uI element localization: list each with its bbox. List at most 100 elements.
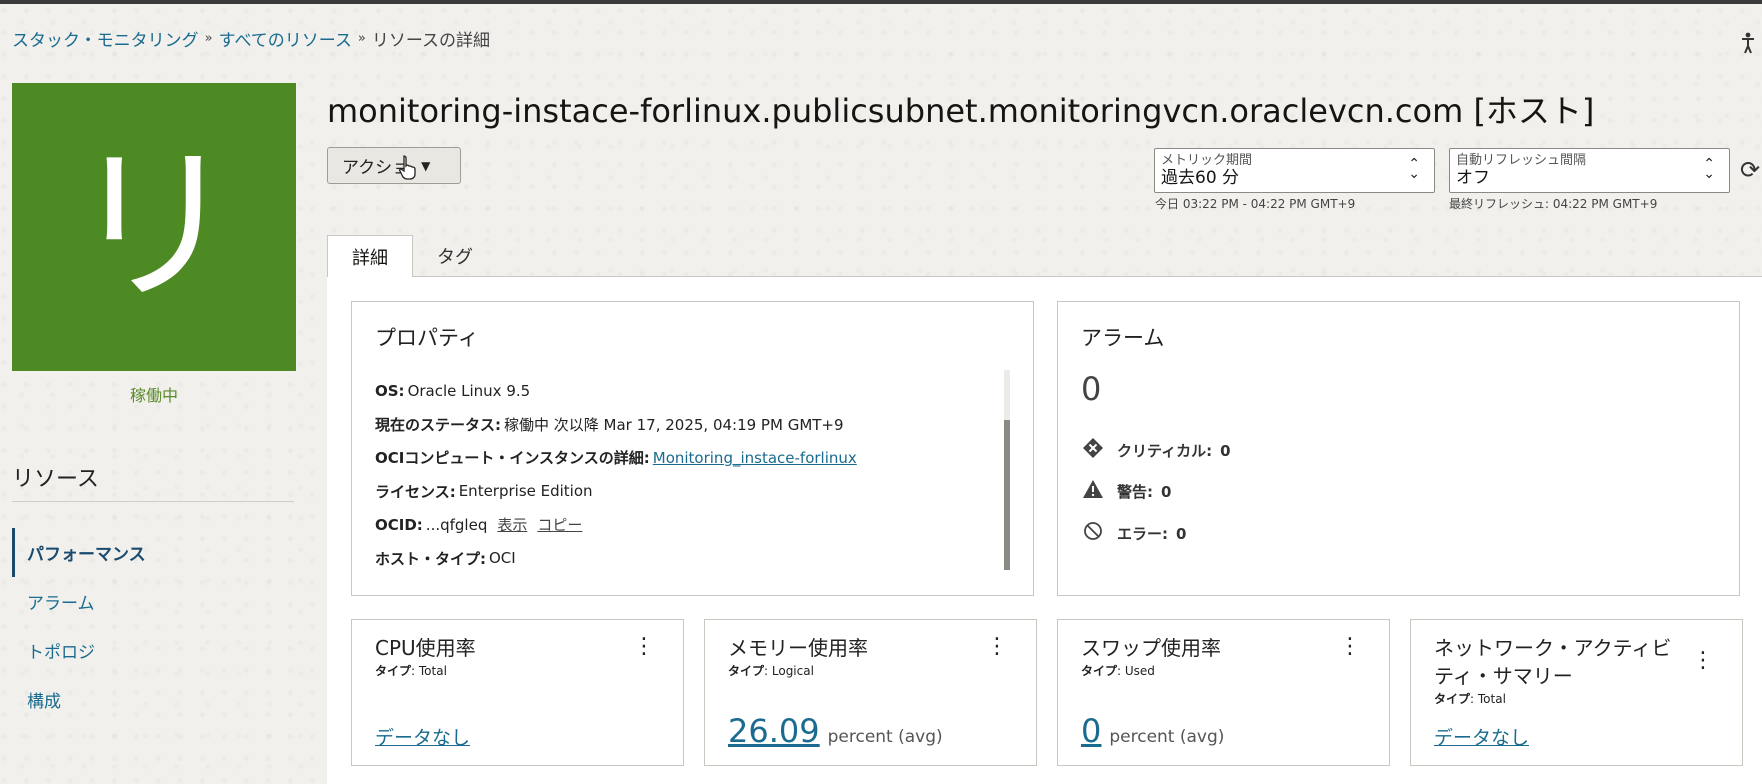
alarms-title: アラーム	[1081, 326, 1165, 350]
metric-type-value: : Total	[1470, 692, 1506, 706]
metric-title: メモリー使用率	[728, 636, 868, 660]
chevron-updown-icon: ⌃ ⌄	[1408, 156, 1420, 182]
accessibility-icon[interactable]	[1740, 32, 1756, 59]
metric-type-value: : Used	[1117, 664, 1155, 678]
error-circle-icon	[1081, 521, 1105, 546]
property-license: ライセンス: Enterprise Edition	[375, 475, 857, 509]
kebab-menu-icon[interactable]: ⋮	[986, 634, 1008, 659]
tab-details[interactable]: 詳細	[327, 235, 413, 277]
alarm-error-row: エラー: 0	[1081, 521, 1186, 546]
metric-title: CPU使用率	[375, 636, 476, 660]
kebab-menu-icon[interactable]: ⋮	[1339, 634, 1361, 659]
ocid-copy-link[interactable]: コピー	[537, 514, 582, 535]
properties-title: プロパティ	[375, 326, 479, 350]
alarm-warning-row: 警告: 0	[1081, 479, 1171, 504]
critical-count: 0	[1220, 441, 1231, 460]
breadcrumb-all-resources[interactable]: すべてのリソース	[219, 26, 352, 51]
oci-instance-link[interactable]: Monitoring_instace-forlinux	[653, 449, 857, 467]
metric-type-key: タイプ	[1434, 692, 1471, 706]
metric-value-row: 26.09 percent (avg)	[728, 712, 943, 750]
property-value: 稼働中 次以降 Mar 17, 2025, 04:19 PM GMT+9	[504, 415, 844, 434]
metric-type: タイプ: Used	[1081, 662, 1155, 679]
metric-no-data-link[interactable]: データなし	[375, 723, 470, 750]
property-value: ...qfgleq	[425, 515, 488, 534]
alarm-critical-row: クリティカル: 0	[1081, 437, 1231, 464]
properties-scrollbar-thumb[interactable]	[1004, 420, 1010, 570]
property-key: 現在のステータス:	[375, 415, 501, 434]
property-key: OCID:	[375, 515, 423, 534]
error-count: 0	[1176, 524, 1187, 543]
critical-diamond-icon	[1081, 437, 1105, 464]
metric-period-select[interactable]: メトリック期間 過去60 分 ⌃ ⌄	[1154, 148, 1435, 193]
metric-type-value: : Logical	[764, 664, 814, 678]
metric-period-hint: 今日 03:22 PM - 04:22 PM GMT+9	[1155, 197, 1356, 211]
property-value: OCI	[489, 549, 516, 568]
metric-no-data-link[interactable]: データなし	[1434, 723, 1529, 750]
sidebar-item-topology[interactable]: トポロジ	[12, 626, 294, 675]
property-host-type: ホスト・タイプ: OCI	[375, 542, 857, 576]
refresh-icon[interactable]: ⟳	[1740, 156, 1760, 184]
metric-type-key: タイプ	[1081, 664, 1118, 678]
tab-bar: 詳細 タグ	[327, 235, 497, 277]
network-activity-card: ネットワーク・アクティビティ・サマリー ⋮ タイプ: Total データなし	[1410, 619, 1743, 766]
properties-card: プロパティ OS: Oracle Linux 9.5 現在のステータス: 稼働中…	[351, 301, 1034, 596]
hand-cursor-icon	[398, 154, 418, 186]
breadcrumb: スタック・モニタリング » すべてのリソース » リソースの詳細	[12, 26, 490, 51]
metric-period-value: 過去60 分	[1161, 168, 1240, 188]
warning-triangle-icon	[1081, 479, 1105, 504]
property-key: ライセンス:	[375, 482, 456, 501]
auto-refresh-select[interactable]: 自動リフレッシュ間隔 オフ ⌃ ⌄	[1449, 148, 1730, 193]
property-oci-instance: OCIコンピュート・インスタンスの詳細: Monitoring_instace-…	[375, 441, 857, 475]
caret-down-icon: ▼	[421, 158, 431, 173]
resources-divider	[12, 501, 294, 502]
properties-list: OS: Oracle Linux 9.5 現在のステータス: 稼働中 次以降 M…	[375, 374, 857, 575]
sidebar-item-performance[interactable]: パフォーマンス	[12, 528, 294, 577]
sidebar-item-configuration[interactable]: 構成	[12, 675, 294, 724]
metric-unit: percent (avg)	[827, 727, 943, 747]
metric-value-link[interactable]: 0	[1081, 712, 1101, 750]
cpu-usage-card: CPU使用率 ⋮ タイプ: Total データなし	[351, 619, 684, 766]
alarm-count: 0	[1081, 370, 1102, 408]
metric-type: タイプ: Total	[1434, 690, 1506, 707]
ocid-show-link[interactable]: 表示	[497, 514, 527, 535]
critical-label: クリティカル:	[1117, 442, 1213, 460]
metric-period-label: メトリック期間	[1161, 153, 1253, 168]
sidebar-item-alarms[interactable]: アラーム	[12, 577, 294, 626]
metric-value-link[interactable]: 26.09	[728, 712, 820, 750]
chevron-updown-icon: ⌃ ⌄	[1703, 156, 1715, 182]
metric-value-row: 0 percent (avg)	[1081, 712, 1224, 750]
metric-unit: percent (avg)	[1109, 727, 1225, 747]
property-ocid: OCID: ...qfgleq 表示 コピー	[375, 508, 857, 542]
metric-title: ネットワーク・アクティビティ・サマリー	[1434, 636, 1672, 688]
breadcrumb-stack-monitoring[interactable]: スタック・モニタリング	[12, 26, 199, 51]
resource-nav: パフォーマンス アラーム トポロジ 構成	[12, 528, 294, 724]
resource-status: 稼働中	[129, 386, 178, 405]
property-key: OS:	[375, 381, 405, 400]
property-value: Enterprise Edition	[458, 482, 593, 501]
error-label: エラー:	[1117, 525, 1168, 543]
property-os: OS: Oracle Linux 9.5	[375, 374, 857, 408]
kebab-menu-icon[interactable]: ⋮	[1692, 648, 1714, 673]
auto-refresh-hint: 最終リフレッシュ: 04:22 PM GMT+9	[1449, 197, 1658, 211]
metric-type-value: : Total	[411, 664, 447, 678]
tab-tags[interactable]: タグ	[413, 235, 497, 277]
swap-usage-card: スワップ使用率 ⋮ タイプ: Used 0 percent (avg)	[1057, 619, 1390, 766]
actions-button[interactable]: アクショ ▼	[327, 147, 461, 184]
resources-heading: リソース	[12, 467, 99, 492]
property-value: Oracle Linux 9.5	[407, 381, 531, 400]
resource-avatar: リ	[12, 83, 296, 371]
metric-type: タイプ: Logical	[728, 662, 814, 679]
warning-label: 警告:	[1117, 483, 1153, 501]
kebab-menu-icon[interactable]: ⋮	[633, 634, 655, 659]
memory-usage-card: メモリー使用率 ⋮ タイプ: Logical 26.09 percent (avg…	[704, 619, 1037, 766]
property-key: ホスト・タイプ:	[375, 549, 486, 568]
property-status: 現在のステータス: 稼働中 次以降 Mar 17, 2025, 04:19 PM…	[375, 408, 857, 442]
metric-type-key: タイプ	[728, 664, 765, 678]
metric-title: スワップ使用率	[1081, 636, 1221, 660]
auto-refresh-value: オフ	[1456, 168, 1490, 188]
property-key: OCIコンピュート・インスタンスの詳細:	[375, 449, 650, 468]
breadcrumb-current: リソースの詳細	[371, 31, 491, 51]
metric-type: タイプ: Total	[375, 662, 447, 679]
breadcrumb-separator: »	[204, 31, 213, 46]
warning-count: 0	[1161, 482, 1172, 501]
